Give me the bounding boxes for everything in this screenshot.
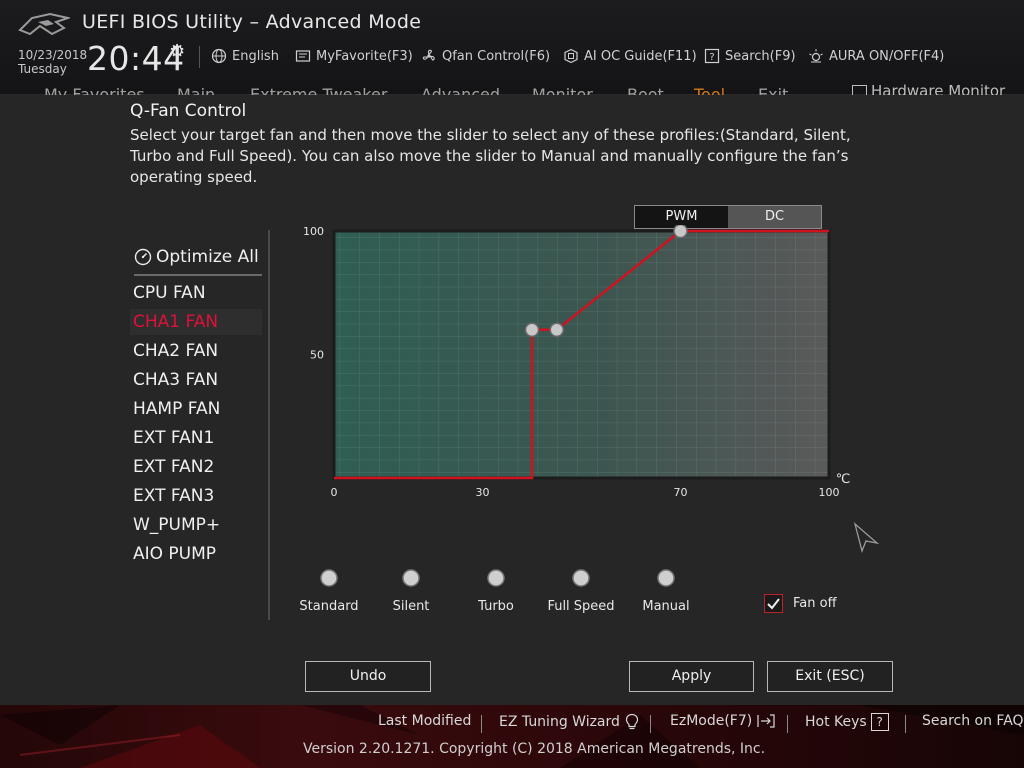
undo-button[interactable]: Undo <box>305 661 431 692</box>
qfan-control-dialog: Q-Fan Control Select your target fan and… <box>0 95 1024 705</box>
ez-tuning-wizard-link[interactable]: EZ Tuning Wizard <box>499 713 640 731</box>
x-tick-label: 0 <box>331 486 338 499</box>
search-on-faq-label: Search on FAQ <box>922 713 1024 729</box>
profile-label-silent: Silent <box>392 599 430 614</box>
top-header: UEFI BIOS Utility – Advanced Mode 10/23/… <box>0 0 1024 96</box>
favorite-icon <box>295 48 311 64</box>
apply-button[interactable]: Apply <box>629 661 754 692</box>
exit-arrow-icon <box>757 714 775 728</box>
ai-oc-guide-button[interactable]: AI OC Guide(F11) <box>563 48 697 64</box>
aura-icon <box>808 48 824 64</box>
checkmark-icon <box>767 598 780 610</box>
fan-list-divider <box>268 230 270 620</box>
fan-item-ext-fan3[interactable]: EXT FAN3 <box>130 483 262 509</box>
profile-label-full-speed: Full Speed <box>547 599 615 614</box>
profile-label-standard: Standard <box>299 599 359 614</box>
fan-item-ext-fan2[interactable]: EXT FAN2 <box>130 454 262 480</box>
profile-stop-turbo[interactable] <box>487 569 505 587</box>
search-on-faq-link[interactable]: Search on FAQ <box>922 713 1024 729</box>
search-help-icon: ? <box>704 48 720 64</box>
profile-stop-silent[interactable] <box>402 569 420 587</box>
lightbulb-icon <box>625 713 639 730</box>
gauge-icon <box>134 248 152 266</box>
myfavorite-button[interactable]: MyFavorite(F3) <box>295 48 413 64</box>
fan-curve-chart[interactable]: %1005003070100℃ <box>300 225 860 525</box>
ai-oc-icon <box>563 48 579 64</box>
fan-item-w-pump[interactable]: W_PUMP+ <box>130 512 262 538</box>
dialog-title: Q-Fan Control <box>130 101 247 121</box>
myfavorite-label: MyFavorite(F3) <box>316 48 413 64</box>
clock-settings-gear-icon[interactable]: ⚙ <box>169 41 185 62</box>
profile-stop-full-speed[interactable] <box>572 569 590 587</box>
version-text: Version 2.20.1271. Copyright (C) 2018 Am… <box>303 741 766 757</box>
mouse-cursor-icon <box>853 522 880 553</box>
footer-bar: Last Modified EZ Tuning Wizard EzMode(F7… <box>0 705 1024 768</box>
exit-button[interactable]: Exit (ESC) <box>767 661 893 692</box>
app-title: UEFI BIOS Utility – Advanced Mode <box>82 11 422 33</box>
dialog-description: Select your target fan and then move the… <box>130 126 851 186</box>
fan-icon <box>421 48 437 64</box>
svg-text:?: ? <box>709 52 714 63</box>
footer-separator <box>905 715 906 733</box>
x-tick-label: 70 <box>674 486 688 499</box>
search-label: Search(F9) <box>725 48 796 64</box>
profile-slider-track <box>320 569 675 587</box>
aura-label: AURA ON/OFF(F4) <box>829 48 945 64</box>
qfan-control-label: Qfan Control(F6) <box>442 48 551 64</box>
y-tick-label: 100 <box>303 225 324 238</box>
globe-icon <box>211 48 227 64</box>
qfan-control-button[interactable]: Qfan Control(F6) <box>421 48 550 64</box>
hot-keys-link[interactable]: Hot Keys ? <box>805 713 889 731</box>
footer-separator <box>650 715 651 733</box>
last-modified-link[interactable]: Last Modified <box>378 713 471 729</box>
curve-point-handle[interactable] <box>673 225 688 239</box>
help-key-icon: ? <box>870 713 889 731</box>
x-tick-label: 100 <box>819 486 840 499</box>
search-button[interactable]: ? Search(F9) <box>704 48 796 64</box>
profile-label-turbo: Turbo <box>478 599 514 614</box>
footer-separator <box>481 715 482 733</box>
y-axis-unit-label: % <box>324 225 336 226</box>
optimize-all-label: Optimize All <box>156 247 259 267</box>
date-display: 10/23/2018 Tuesday <box>18 48 87 76</box>
footer-separator <box>787 715 788 733</box>
aura-toggle-button[interactable]: AURA ON/OFF(F4) <box>808 48 944 64</box>
plot-grid <box>334 231 829 478</box>
day-text: Tuesday <box>18 62 67 76</box>
fan-item-hamp-fan[interactable]: HAMP FAN <box>130 396 262 422</box>
fan-off-checkbox[interactable] <box>764 594 783 613</box>
fan-item-ext-fan1[interactable]: EXT FAN1 <box>130 425 262 451</box>
fan-item-aio-pump[interactable]: AIO PUMP <box>130 541 262 567</box>
curve-point-handle[interactable] <box>524 322 540 338</box>
hardware-monitor-header: Hardware Monitor <box>848 82 1024 96</box>
curve-point-handle[interactable] <box>549 322 564 338</box>
profile-slider[interactable]: Standard Silent Turbo Full Speed Manual <box>298 563 698 623</box>
header-separator <box>199 46 200 68</box>
hardware-monitor-label: Hardware Monitor <box>871 82 1006 96</box>
ezmode-label: EzMode(F7) <box>670 713 753 729</box>
rog-logo-icon <box>18 12 70 36</box>
profile-stop-manual[interactable] <box>657 569 675 587</box>
fan-item-cha3-fan[interactable]: CHA3 FAN <box>130 367 262 393</box>
hot-keys-label: Hot Keys <box>805 714 867 730</box>
optimize-all-button[interactable]: Optimize All <box>134 240 262 276</box>
footer-links: Last Modified EZ Tuning Wizard EzMode(F7… <box>0 713 1024 735</box>
fan-off-label: Fan off <box>793 596 837 611</box>
x-axis-unit-label: ℃ <box>836 472 851 487</box>
y-tick-label: 50 <box>310 349 324 362</box>
profile-stop-standard[interactable] <box>320 569 338 587</box>
date-text: 10/23/2018 <box>18 48 88 62</box>
language-button[interactable]: English <box>211 48 279 64</box>
fan-item-cpu-fan[interactable]: CPU FAN <box>130 280 262 306</box>
fan-off-option[interactable]: Fan off <box>764 594 837 613</box>
language-label: English <box>232 48 279 64</box>
ai-oc-guide-label: AI OC Guide(F11) <box>584 48 697 64</box>
fan-item-cha2-fan[interactable]: CHA2 FAN <box>130 338 262 364</box>
x-tick-label: 30 <box>476 486 490 499</box>
fan-item-cha1-fan[interactable]: CHA1 FAN <box>130 309 262 335</box>
last-modified-label: Last Modified <box>378 713 472 729</box>
ezmode-link[interactable]: EzMode(F7) <box>670 713 776 729</box>
ez-tuning-wizard-label: EZ Tuning Wizard <box>499 714 620 730</box>
profile-label-manual: Manual <box>642 599 690 614</box>
